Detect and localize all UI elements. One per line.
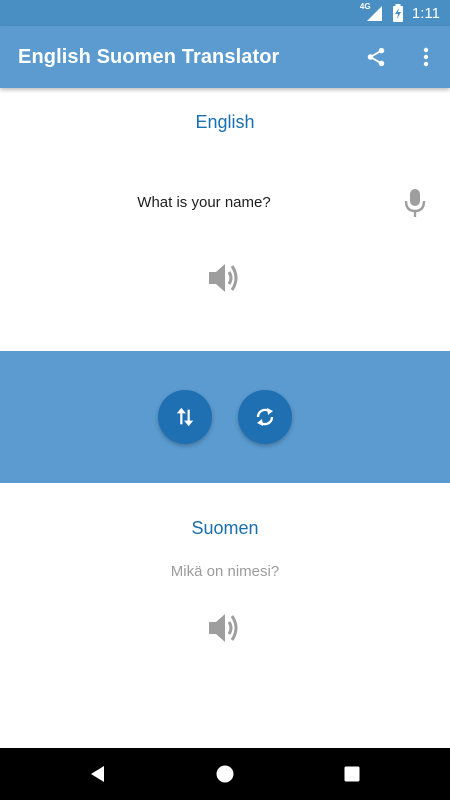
signal-icon: 4G (359, 2, 384, 22)
status-icons: 4G 1:11 (359, 2, 440, 23)
share-icon[interactable] (362, 43, 390, 71)
source-text[interactable]: What is your name? (0, 194, 408, 211)
back-icon[interactable] (86, 762, 110, 786)
navigation-bar (0, 748, 450, 800)
status-bar: 4G 1:11 (0, 0, 450, 26)
battery-icon (392, 4, 404, 22)
translated-text: Mikä on nimesi? (170, 563, 280, 580)
more-vert-icon[interactable] (412, 43, 440, 71)
app-bar: English Suomen Translator (0, 26, 450, 88)
mic-icon[interactable] (402, 188, 428, 218)
network-type-label: 4G (359, 2, 371, 11)
controls-band (0, 351, 450, 483)
swap-icon[interactable] (158, 390, 212, 444)
speaker-icon[interactable] (205, 260, 245, 296)
target-language-label[interactable]: Suomen (0, 518, 450, 539)
refresh-icon[interactable] (238, 390, 292, 444)
recents-icon[interactable] (340, 762, 364, 786)
speaker-icon[interactable] (205, 610, 245, 646)
source-language-label[interactable]: English (0, 112, 450, 133)
app-title: English Suomen Translator (18, 46, 280, 68)
clock: 1:11 (411, 4, 440, 22)
home-icon[interactable] (213, 762, 237, 786)
